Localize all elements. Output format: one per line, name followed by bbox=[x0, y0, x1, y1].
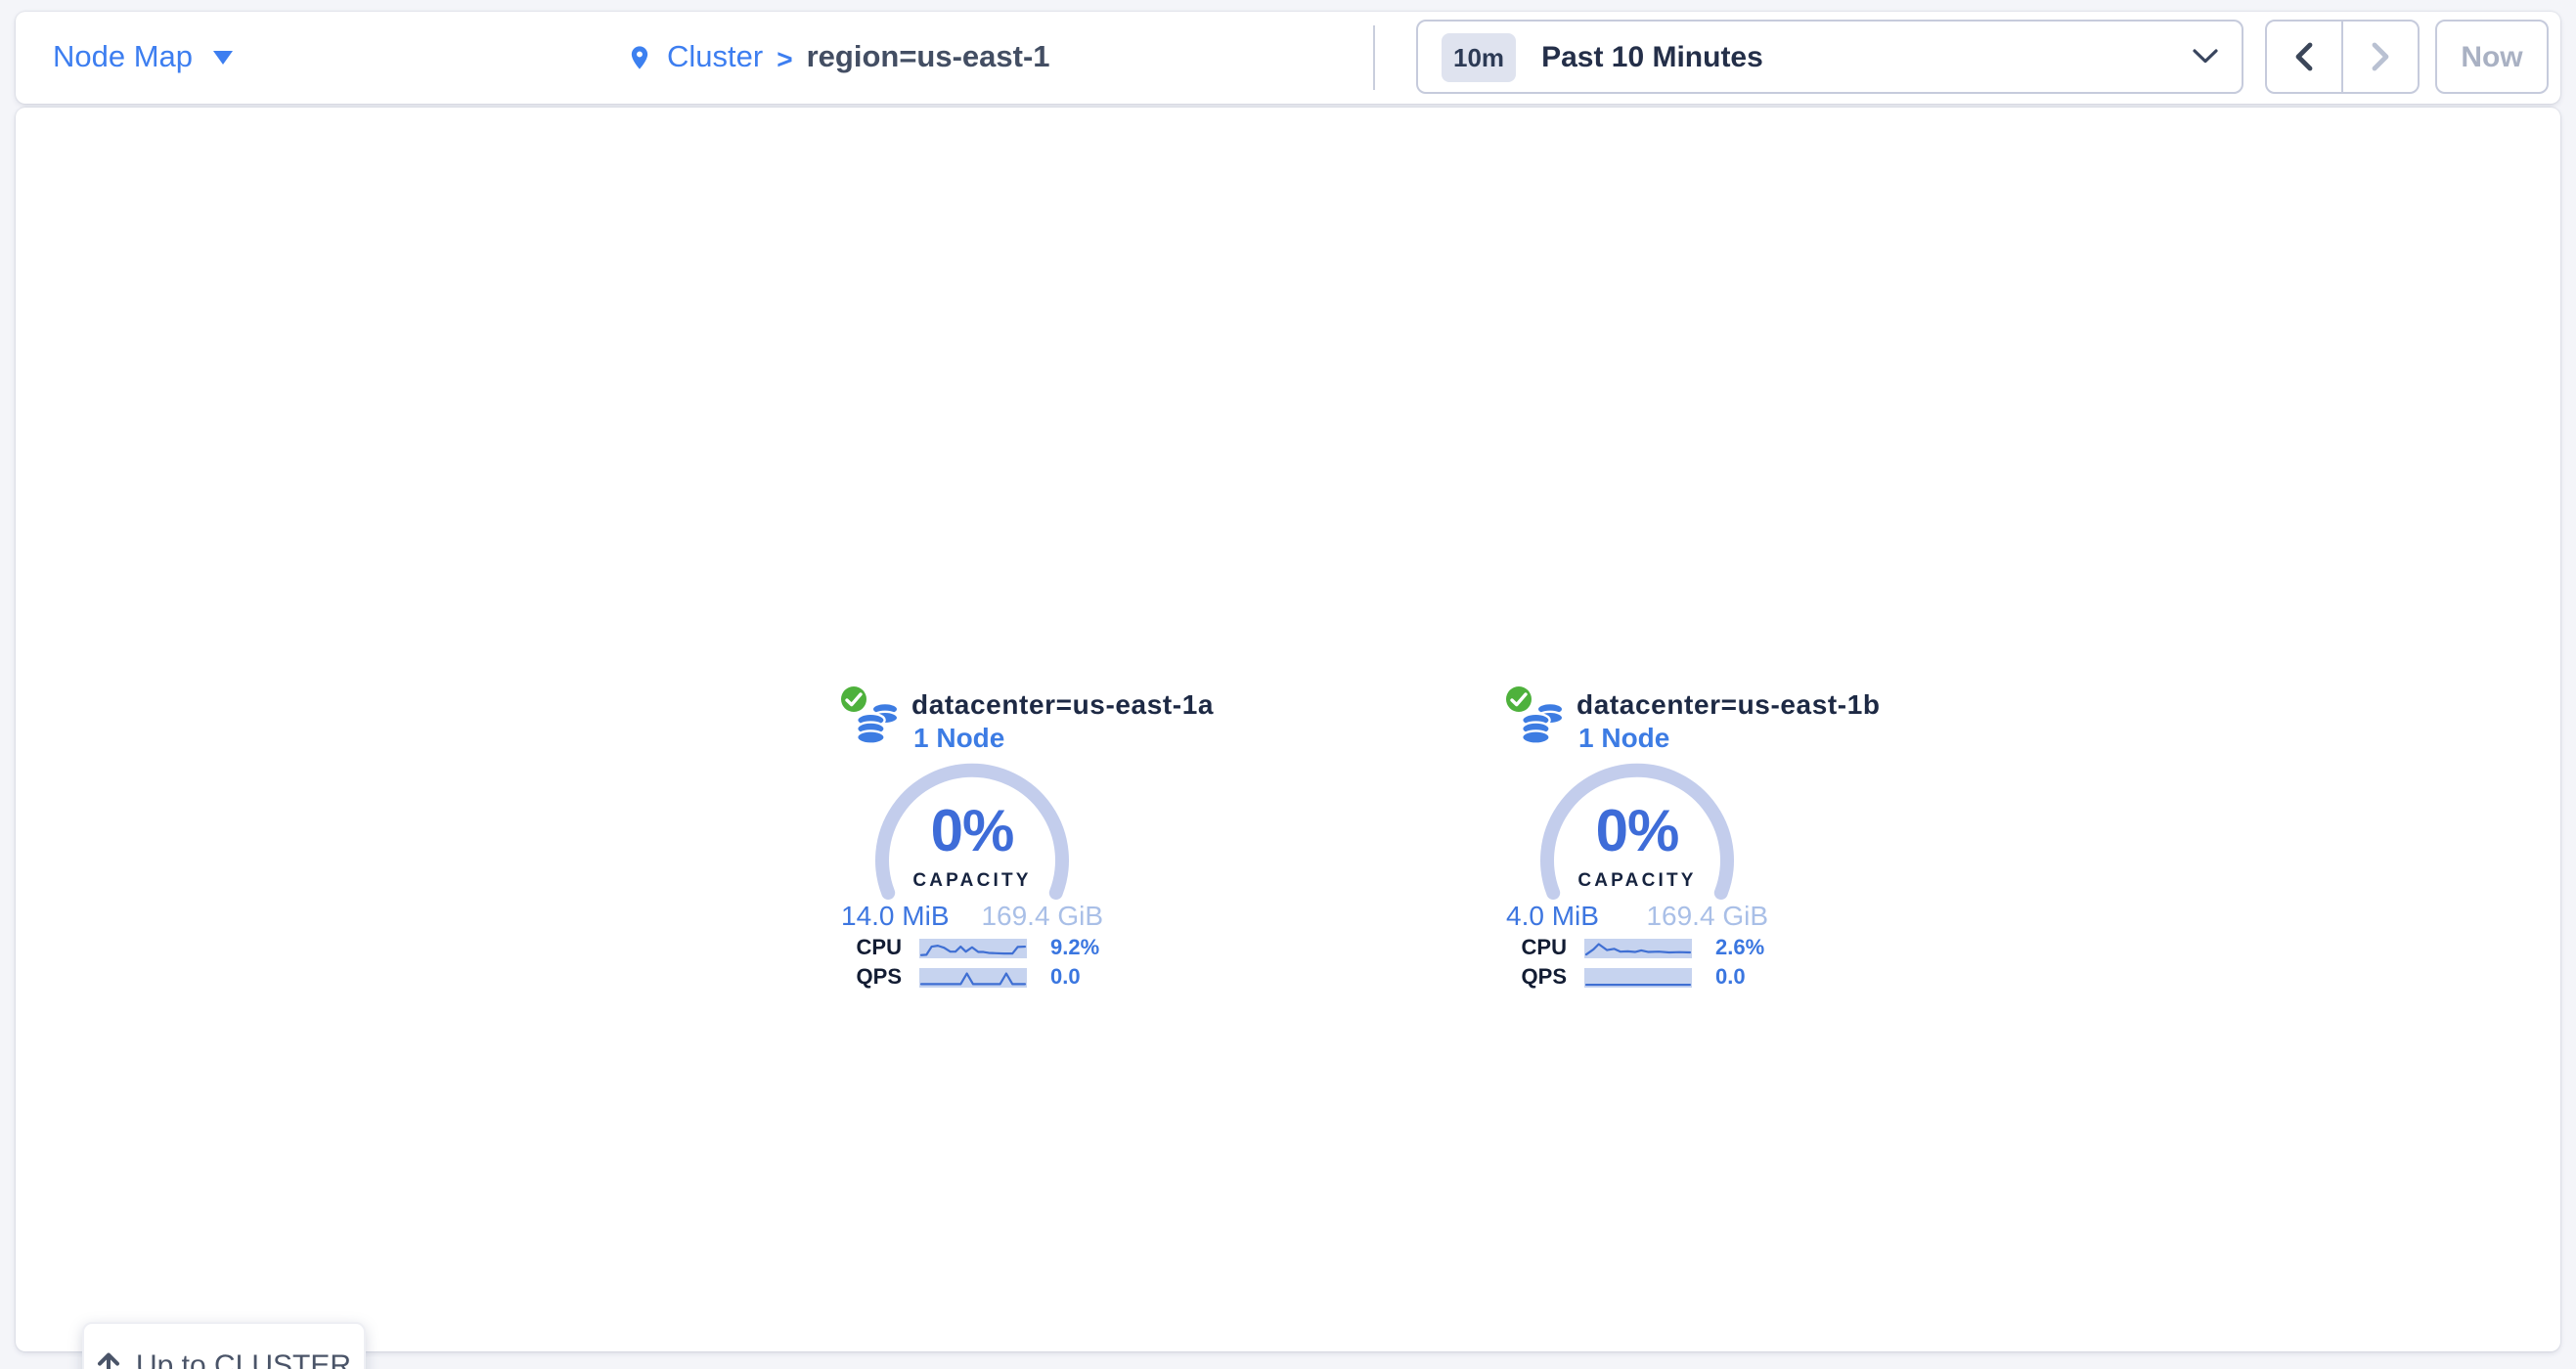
map-pin-icon bbox=[626, 41, 653, 74]
capacity-total: 169.4 GiB bbox=[1646, 900, 1768, 931]
now-button-label: Now bbox=[2461, 40, 2522, 73]
time-range-badge: 10m bbox=[1442, 32, 1516, 81]
up-to-cluster-label: Up to CLUSTER bbox=[136, 1348, 351, 1369]
capacity-caption: CAPACITY bbox=[1539, 870, 1735, 892]
healthy-check-icon bbox=[841, 686, 866, 712]
chevron-right-icon bbox=[2371, 41, 2390, 72]
time-nav-group bbox=[2265, 20, 2420, 94]
qps-metric-row: QPS 0.0 bbox=[1481, 966, 1794, 986]
qps-label: QPS bbox=[816, 966, 902, 990]
capacity-percent: 0% bbox=[874, 800, 1070, 866]
view-selector-label: Node Map bbox=[53, 40, 193, 75]
datacenter-title: datacenter=us-east-1a bbox=[911, 688, 1214, 720]
node-map-canvas: datacenter=us-east-1a 1 Node 0% CAPACITY… bbox=[16, 108, 2560, 1351]
chevron-down-icon bbox=[2193, 49, 2218, 65]
cpu-metric-row: CPU 2.6% bbox=[1481, 937, 1794, 956]
caret-down-icon bbox=[212, 51, 232, 65]
healthy-check-icon bbox=[1506, 686, 1532, 712]
qps-value: 0.0 bbox=[1710, 966, 1827, 990]
breadcrumb-cluster-link[interactable]: Cluster bbox=[667, 40, 763, 75]
cpu-value: 9.2% bbox=[1044, 937, 1162, 960]
capacity-used: 4.0 MiB bbox=[1506, 900, 1599, 931]
capacity-total: 169.4 GiB bbox=[981, 900, 1103, 931]
breadcrumb-separator: > bbox=[777, 42, 792, 73]
chevron-left-icon bbox=[2294, 41, 2314, 72]
capacity-values-row: 4.0 MiB 169.4 GiB bbox=[1506, 900, 1768, 931]
view-selector-dropdown[interactable]: Node Map bbox=[53, 12, 232, 104]
time-prev-button[interactable] bbox=[2267, 22, 2341, 92]
qps-value: 0.0 bbox=[1044, 966, 1162, 990]
capacity-percent: 0% bbox=[1539, 800, 1735, 866]
header-divider bbox=[1373, 25, 1375, 90]
datacenter-node-count: 1 Node bbox=[1578, 722, 1669, 753]
metrics-block: CPU 9.2% QPS 0.0 bbox=[816, 937, 1129, 995]
now-button[interactable]: Now bbox=[2435, 20, 2549, 94]
qps-sparkline bbox=[1584, 968, 1692, 988]
datacenter-title: datacenter=us-east-1b bbox=[1577, 688, 1881, 720]
breadcrumb: Cluster > region=us-east-1 bbox=[626, 12, 1050, 104]
capacity-caption: CAPACITY bbox=[874, 870, 1070, 892]
cpu-sparkline bbox=[919, 939, 1027, 958]
cpu-value: 2.6% bbox=[1710, 937, 1827, 960]
cpu-sparkline bbox=[1584, 939, 1692, 958]
time-range-dropdown[interactable]: 10m Past 10 Minutes bbox=[1416, 20, 2243, 94]
time-range-label: Past 10 Minutes bbox=[1541, 40, 2167, 73]
qps-metric-row: QPS 0.0 bbox=[816, 966, 1129, 986]
time-next-button[interactable] bbox=[2341, 22, 2418, 92]
qps-sparkline bbox=[919, 968, 1027, 988]
datacenter-widget-us-east-1a[interactable]: datacenter=us-east-1a 1 Node 0% CAPACITY… bbox=[816, 684, 1129, 1007]
qps-label: QPS bbox=[1481, 966, 1567, 990]
up-to-cluster-button[interactable]: Up to CLUSTER bbox=[82, 1322, 366, 1369]
metrics-block: CPU 2.6% QPS 0.0 bbox=[1481, 937, 1794, 995]
arrow-up-icon bbox=[97, 1351, 122, 1369]
breadcrumb-current-region: region=us-east-1 bbox=[807, 40, 1050, 75]
cpu-metric-row: CPU 9.2% bbox=[816, 937, 1129, 956]
datacenter-node-count: 1 Node bbox=[913, 722, 1004, 753]
node-map-page: Node Map Cluster > region=us-east-1 10m … bbox=[0, 0, 2576, 1369]
header-bar: Node Map Cluster > region=us-east-1 10m … bbox=[16, 12, 2560, 104]
cpu-label: CPU bbox=[816, 937, 902, 960]
cpu-label: CPU bbox=[1481, 937, 1567, 960]
capacity-used: 14.0 MiB bbox=[841, 900, 950, 931]
capacity-values-row: 14.0 MiB 169.4 GiB bbox=[841, 900, 1103, 931]
datacenter-widget-us-east-1b[interactable]: datacenter=us-east-1b 1 Node 0% CAPACITY… bbox=[1481, 684, 1794, 1007]
